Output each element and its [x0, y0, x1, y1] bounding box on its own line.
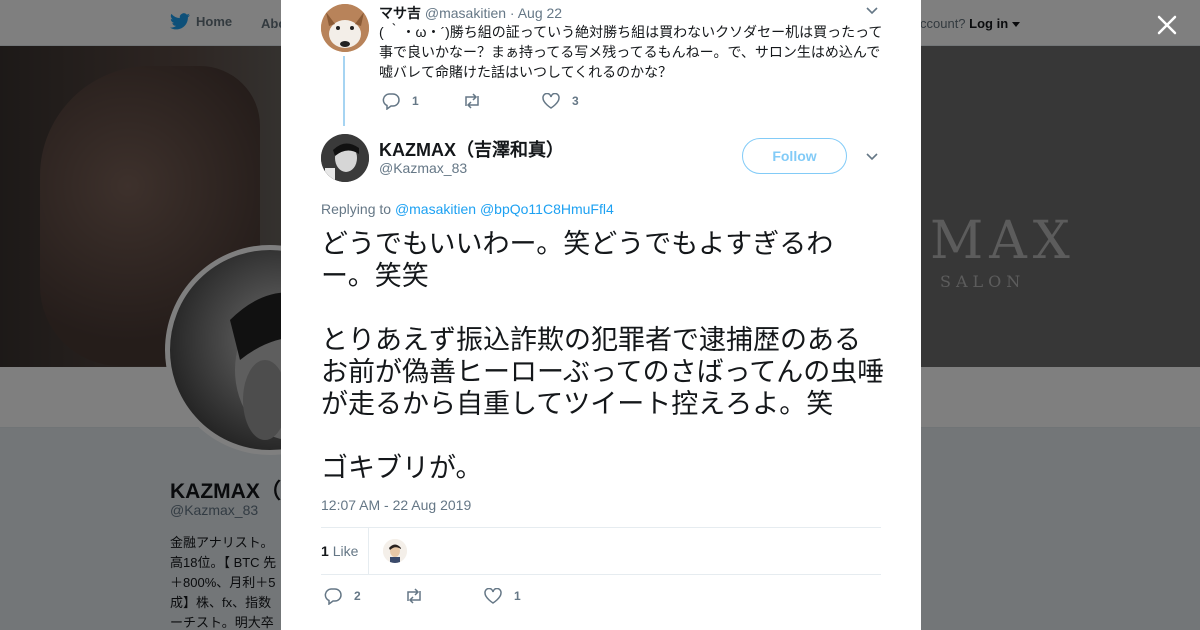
tweet-modal: マサ吉 @masakitien · Aug 22 ( ｀・ω・´)勝ち組の証って… — [281, 0, 921, 630]
reply-author-name[interactable]: マサ吉 — [379, 5, 421, 21]
tweet-timestamp[interactable]: 12:07 AM - 22 Aug 2019 — [321, 497, 471, 513]
tweet-text-line: どうでもいいわー。笑どうでもよすぎるわー。笑笑 — [321, 229, 834, 291]
follow-button[interactable]: Follow — [742, 138, 847, 174]
reply-reply-button[interactable]: 1 — [382, 92, 462, 110]
likes-count-label: Like — [332, 543, 359, 559]
reply-author-avatar[interactable] — [321, 4, 369, 52]
retweet-icon — [407, 588, 421, 604]
reply-icon — [382, 93, 400, 110]
reply-text: ( ｀・ω・´)勝ち組の証っていう絶対勝ち組は買わないクソダセー机は買ったって事… — [379, 24, 883, 80]
thread-line — [343, 56, 345, 126]
tweet-actions: 2 1 — [324, 587, 521, 605]
tweet-text-line: とりあえず振込詐欺の犯罪者で逮捕歴のあるお前が偽善ヒーローぶってのさばってんの虫… — [321, 325, 885, 419]
chevron-down-icon — [866, 7, 878, 15]
retweet-icon — [465, 93, 479, 109]
main-author-name[interactable]: KAZMAX（吉澤和真） — [379, 136, 564, 162]
reply-retweet-button[interactable] — [462, 93, 542, 109]
replying-to-user-1[interactable]: @masakitien — [395, 201, 476, 217]
reply-like-button[interactable]: 3 — [542, 93, 579, 109]
main-more-button[interactable] — [865, 150, 879, 169]
likes-count[interactable]: 1 Like — [321, 543, 358, 559]
replying-to-label: Replying to — [321, 201, 392, 217]
close-button[interactable] — [1154, 12, 1180, 38]
reply-actions: 1 3 — [382, 92, 579, 110]
reply-date[interactable]: Aug 22 — [518, 5, 562, 21]
separator-dot: · — [509, 5, 515, 21]
main-author-avatar[interactable] — [321, 134, 369, 182]
replying-to: Replying to @masakitien @bpQo11C8HmuFfl4 — [321, 201, 614, 217]
reply-reply-count: 1 — [412, 94, 419, 108]
reply-header: マサ吉 @masakitien · Aug 22 — [379, 3, 562, 23]
liker-avatar[interactable] — [383, 539, 407, 563]
tweet-text: どうでもいいわー。笑どうでもよすぎるわー。笑笑 とりあえず振込詐欺の犯罪者で逮捕… — [321, 228, 886, 484]
main-author-handle[interactable]: @Kazmax_83 — [379, 160, 467, 176]
reply-icon — [324, 588, 342, 605]
reply-author-handle[interactable]: @masakitien — [425, 5, 506, 21]
replying-to-user-2[interactable]: @bpQo11C8HmuFfl4 — [480, 201, 614, 217]
likes-count-number: 1 — [321, 543, 329, 559]
reply-more-button[interactable] — [865, 4, 879, 23]
reply-like-count: 3 — [572, 94, 579, 108]
heart-icon — [542, 93, 560, 109]
retweet-button[interactable] — [404, 588, 484, 604]
chevron-down-icon — [866, 153, 878, 161]
tweet-stats: 1 Like — [321, 527, 881, 575]
heart-icon — [484, 588, 502, 604]
like-button[interactable]: 1 — [484, 588, 521, 604]
reply-count: 2 — [354, 589, 361, 603]
tweet-text-line: ゴキブリが。 — [321, 453, 483, 483]
stats-divider — [368, 528, 369, 574]
like-count: 1 — [514, 589, 521, 603]
reply-button[interactable]: 2 — [324, 587, 404, 605]
close-icon — [1157, 15, 1177, 35]
